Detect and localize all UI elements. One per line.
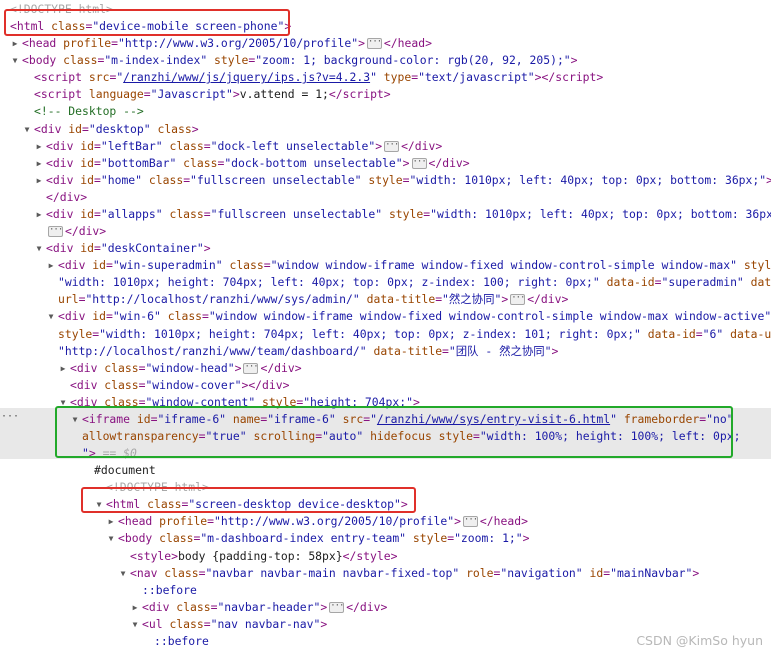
dom-node-text: <div id="desktop" class> xyxy=(34,121,199,136)
expand-triangle-icon[interactable]: ▶ xyxy=(130,599,140,616)
dom-node-text: <body class="m-index-index" style="zoom:… xyxy=(22,53,578,68)
dom-node-text: <nav class="navbar navbar-main navbar-fi… xyxy=(130,565,700,580)
dom-node-text: <head profile="http://www.w3.org/2005/10… xyxy=(22,36,432,51)
expand-triangle-icon[interactable]: ▶ xyxy=(10,35,20,52)
collapse-triangle-icon[interactable]: ▼ xyxy=(22,121,32,138)
dom-tree-line[interactable]: ▼ <div id="desktop" class> xyxy=(0,121,771,138)
dom-node-text: <!DOCTYPE html> xyxy=(106,480,209,495)
dom-tree-line[interactable]: ▼ <iframe id="iframe-6" name="iframe-6" s… xyxy=(0,411,771,428)
dom-tree-line[interactable]: ▶ <head profile="http://www.w3.org/2005/1… xyxy=(0,513,771,530)
expand-triangle-icon[interactable]: ▶ xyxy=(34,206,44,223)
dom-node-text: <div id="win-superadmin" class="window w… xyxy=(58,258,771,273)
dom-tree-line[interactable]: <html class="device-mobile screen-phone"… xyxy=(0,18,771,35)
dom-node-text: <style>body {padding-top: 58px}</style> xyxy=(130,548,398,563)
expand-triangle-icon[interactable]: ▶ xyxy=(58,360,68,377)
dom-tree-line[interactable]: ▶ <div id="allapps" class="fullscreen uns… xyxy=(0,206,771,223)
dom-tree-line[interactable]: ▶ <div class="window-head"> ··· </div> xyxy=(0,360,771,377)
dom-tree-line[interactable]: <!DOCTYPE html> xyxy=(0,1,771,18)
expand-triangle-icon[interactable]: ▶ xyxy=(34,172,44,189)
dom-node-text: <div class="window-head"> ··· </div> xyxy=(70,360,302,375)
dom-node-text: "width: 1010px; height: 704px; left: 40p… xyxy=(58,275,771,290)
dom-tree-line[interactable]: #document xyxy=(0,462,771,479)
dom-node-text: style="width: 1010px; height: 704px; lef… xyxy=(58,326,771,341)
dom-tree-line[interactable]: allowtransparency="true" scrolling="auto… xyxy=(0,428,771,445)
dom-tree-line[interactable]: "http://localhost/ranzhi/www/team/dashbo… xyxy=(0,343,771,360)
dom-node-text: ::before xyxy=(154,633,209,648)
dom-node-text: <div id="leftBar" class="dock-left unsel… xyxy=(46,138,443,153)
dom-tree-line[interactable]: <!-- Desktop --> xyxy=(0,103,771,120)
dom-tree-line[interactable]: ▼ <body class="m-dashboard-index entry-te… xyxy=(0,530,771,547)
dom-node-text: <div id="home" class="fullscreen unselec… xyxy=(46,172,771,187)
collapse-triangle-icon[interactable]: ▼ xyxy=(118,565,128,582)
dom-tree-line[interactable]: ··· </div> xyxy=(0,223,771,240)
dom-node-text: <div class="window-content" style="heigh… xyxy=(70,394,420,409)
dom-node-text: <iframe id="iframe-6" name="iframe-6" sr… xyxy=(82,411,734,426)
dom-node-text: <script src="/ranzhi/www/js/jquery/ips.j… xyxy=(34,70,604,85)
dom-tree-line[interactable]: ▶ <div id="home" class="fullscreen unsele… xyxy=(0,172,771,189)
dom-tree-line[interactable]: </div> xyxy=(0,189,771,206)
dom-tree-line[interactable]: "width: 1010px; height: 704px; left: 40p… xyxy=(0,274,771,291)
dom-tree-line[interactable]: ▶ <div id="win-superadmin" class="window … xyxy=(0,257,771,274)
collapse-triangle-icon[interactable]: ▼ xyxy=(58,394,68,411)
collapse-triangle-icon[interactable]: ▼ xyxy=(94,496,104,513)
csdn-watermark: CSDN @KimSo hyun xyxy=(636,633,763,648)
dom-node-text: ··· </div> xyxy=(48,224,107,239)
collapse-triangle-icon[interactable]: ▼ xyxy=(106,530,116,547)
dom-tree-line[interactable]: ▼ <div id="deskContainer"> xyxy=(0,240,771,257)
dom-tree-line[interactable]: ▼ <nav class="navbar navbar-main navbar-f… xyxy=(0,565,771,582)
dom-node-text: <html class="screen-desktop device-deskt… xyxy=(106,497,408,512)
dom-node-text: <script language="Javascript">v.attend =… xyxy=(34,87,391,102)
dom-tree-line[interactable]: ▶ <head profile="http://www.w3.org/2005/1… xyxy=(0,35,771,52)
dom-tree-line[interactable]: ▼ <ul class="nav navbar-nav"> xyxy=(0,616,771,633)
elements-tree-panel[interactable]: ··· <!DOCTYPE html> <html class="device-m… xyxy=(0,0,771,654)
dom-tree-line[interactable]: ▶ <div id="leftBar" class="dock-left unse… xyxy=(0,138,771,155)
dom-tree-line[interactable]: ▼ <div id="win-6" class="window window-if… xyxy=(0,308,771,325)
expand-triangle-icon[interactable]: ▶ xyxy=(46,257,56,274)
dom-tree-line[interactable]: ▶ <div class="navbar-header"> ··· </div> xyxy=(0,599,771,616)
dom-tree-line[interactable]: ▼ <html class="screen-desktop device-desk… xyxy=(0,496,771,513)
dom-tree-line[interactable]: <script language="Javascript">v.attend =… xyxy=(0,86,771,103)
collapse-triangle-icon[interactable]: ▼ xyxy=(130,616,140,633)
dom-node-text: ::before xyxy=(142,582,197,597)
dom-node-text: <div id="win-6" class="window window-ifr… xyxy=(58,309,771,324)
collapse-triangle-icon[interactable]: ▼ xyxy=(34,240,44,257)
dom-node-text: <head profile="http://www.w3.org/2005/10… xyxy=(118,514,528,529)
dom-tree-line[interactable]: ::before xyxy=(0,582,771,599)
dom-tree-line[interactable]: ▼ <body class="m-index-index" style="zoom… xyxy=(0,52,771,69)
dom-node-text: url="http://localhost/ranzhi/www/sys/adm… xyxy=(58,292,569,307)
dom-tree-line[interactable]: ▼ <div class="window-content" style="heig… xyxy=(0,394,771,411)
dom-node-text: <div class="navbar-header"> ··· </div> xyxy=(142,599,388,614)
dom-tree-line[interactable]: <!DOCTYPE html> xyxy=(0,479,771,496)
dom-node-text: "http://localhost/ranzhi/www/team/dashbo… xyxy=(58,343,559,358)
dom-tree-line[interactable]: style="width: 1010px; height: 704px; lef… xyxy=(0,326,771,343)
dom-node-text: </div> xyxy=(46,189,88,204)
dom-node-text: <body class="m-dashboard-index entry-tea… xyxy=(118,531,530,546)
expand-triangle-icon[interactable]: ▶ xyxy=(34,138,44,155)
dom-tree-line[interactable]: <script src="/ranzhi/www/js/jquery/ips.j… xyxy=(0,69,771,86)
dom-node-text: <div id="bottomBar" class="dock-bottom u… xyxy=(46,155,470,170)
dom-node-text: <div class="window-cover"></div> xyxy=(70,377,290,392)
dom-tree-line[interactable]: <style>body {padding-top: 58px}</style> xyxy=(0,548,771,565)
collapse-triangle-icon[interactable]: ▼ xyxy=(46,308,56,325)
expand-triangle-icon[interactable]: ▶ xyxy=(34,155,44,172)
dom-node-text: allowtransparency="true" scrolling="auto… xyxy=(82,429,741,443)
dom-node-text: <div id="allapps" class="fullscreen unse… xyxy=(46,206,771,221)
expand-triangle-icon[interactable]: ▶ xyxy=(106,513,116,530)
collapse-triangle-icon[interactable]: ▼ xyxy=(70,411,80,428)
dom-tree-line[interactable]: url="http://localhost/ranzhi/www/sys/adm… xyxy=(0,291,771,308)
dom-node-text: #document xyxy=(94,463,156,478)
dom-tree-line[interactable]: <div class="window-cover"></div> xyxy=(0,377,771,394)
dom-node-text: <div id="deskContainer"> xyxy=(46,241,211,256)
dom-node-text: <!-- Desktop --> xyxy=(34,104,144,119)
dom-tree-line[interactable]: ▶ <div id="bottomBar" class="dock-bottom … xyxy=(0,155,771,172)
dom-node-text: "> == $0 xyxy=(82,446,137,461)
collapse-triangle-icon[interactable]: ▼ xyxy=(10,52,20,69)
dom-tree-line[interactable]: "> == $0 xyxy=(0,445,771,462)
dom-node-text: <html class="device-mobile screen-phone"… xyxy=(10,19,292,34)
dom-node-text: <!DOCTYPE html> xyxy=(10,2,113,16)
dom-node-text: <ul class="nav navbar-nav"> xyxy=(142,616,328,631)
